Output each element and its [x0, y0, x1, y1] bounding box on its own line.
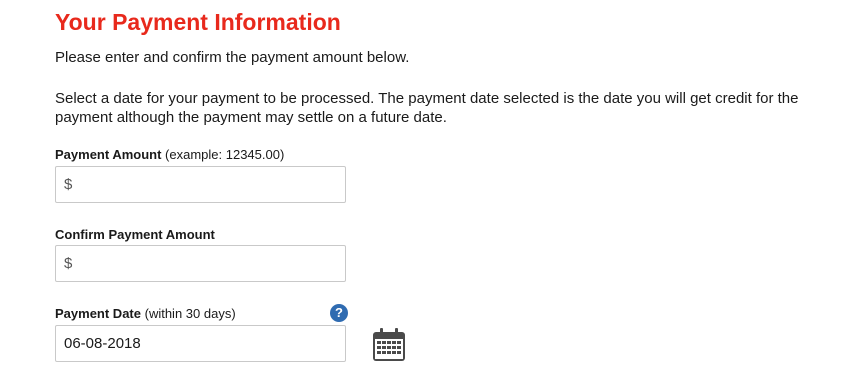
calendar-icon[interactable] [372, 328, 406, 362]
payment-amount-field[interactable]: $ [55, 166, 346, 203]
payment-date-hint: (within 30 days) [144, 306, 236, 321]
payment-date-label-text: Payment Date [55, 306, 141, 321]
payment-date-label: Payment Date (within 30 days) [55, 306, 236, 322]
confirm-amount-input[interactable] [76, 246, 341, 281]
instructions-text: Select a date for your payment to be pro… [55, 90, 799, 126]
payment-date-field[interactable] [55, 325, 346, 362]
payment-amount-input[interactable] [76, 167, 341, 202]
confirm-amount-label: Confirm Payment Amount [55, 227, 215, 243]
dollar-prefix: $ [64, 176, 73, 193]
dollar-prefix: $ [64, 255, 73, 272]
payment-amount-label-text: Payment Amount [55, 147, 162, 162]
page-title: Your Payment Information [55, 9, 341, 35]
confirm-amount-label-text: Confirm Payment Amount [55, 227, 215, 242]
confirm-amount-field[interactable]: $ [55, 245, 346, 282]
intro-text: Please enter and confirm the payment amo… [55, 49, 410, 66]
payment-amount-label: Payment Amount (example: 12345.00) [55, 147, 284, 163]
help-icon[interactable]: ? [330, 304, 348, 322]
payment-date-input[interactable] [64, 326, 339, 361]
payment-amount-hint: (example: 12345.00) [165, 147, 285, 162]
